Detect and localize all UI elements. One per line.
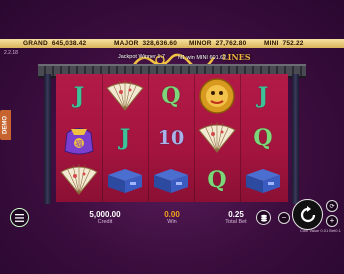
spin-button[interactable] (292, 199, 323, 230)
credit-label: Credit (97, 219, 113, 225)
credit-value: 5,000.00 (89, 210, 121, 219)
treasure-chest-icon (154, 169, 188, 193)
jackpot-minor-value: 27,762.80 (215, 40, 247, 47)
folding-fan-icon (106, 80, 144, 111)
jackpot-bar: GRAND 645,038.42 MAJOR 328,636.60 MINOR 27,… (0, 39, 344, 48)
coin-stack-button[interactable] (256, 210, 271, 225)
win-label: Win (167, 219, 177, 225)
total-bet-value: 0.25 (228, 210, 244, 219)
left-pillar (44, 74, 51, 204)
reel-1-symbol-3 (56, 160, 102, 200)
reel-4-symbol-3: Q (194, 160, 240, 200)
demo-badge[interactable]: DEMO (0, 110, 11, 140)
fortune-bag-icon: 福 (64, 128, 94, 155)
version-label: 2.2.18 (4, 50, 18, 56)
reel-5-symbol-2: Q (240, 118, 286, 158)
win-value: 0.00 (164, 210, 180, 219)
jackpot-grand-label: GRAND (23, 40, 48, 47)
folding-fan-icon (60, 164, 98, 195)
right-pillar (292, 74, 299, 204)
jackpot-major-label: MAJOR (114, 40, 139, 47)
coins-icon (260, 214, 267, 222)
symbol-letter-q: Q (161, 83, 181, 109)
reel-4-symbol-2 (194, 118, 240, 158)
jackpot-mini-value: 752.22 (282, 40, 304, 47)
hamburger-icon (15, 213, 24, 222)
symbol-number-ten: 10 (157, 127, 185, 149)
autoplay-button[interactable]: ⟳ (326, 200, 338, 212)
jackpot-major-value: 328,636.60 (142, 40, 178, 47)
jackpot-minor: MINOR 27,762.80 (189, 39, 246, 48)
spin-arrow-icon (300, 205, 315, 222)
symbol-letter-j: J (257, 83, 269, 109)
jackpot-win-text: N1 win MINI 601.62 (178, 55, 227, 61)
jackpot-grand-value: 645,038.42 (51, 40, 87, 47)
svg-text:福: 福 (76, 139, 83, 148)
total-bet-label: Total Bet (225, 219, 247, 225)
treasure-chest-icon (246, 169, 280, 193)
reel-5-symbol-3 (240, 160, 286, 200)
menu-button[interactable] (10, 208, 29, 227)
folding-fan-icon (198, 122, 236, 153)
jackpot-mini: MINI 752.22 (264, 39, 304, 48)
autoplay-icon: ⟳ (329, 204, 335, 210)
jackpot-winner-message: Jackpot Winner 1.7 (118, 54, 166, 60)
jackpot-mini-label: MINI (264, 40, 279, 47)
reel-2-symbol-1 (102, 76, 148, 116)
symbol-letter-j: J (119, 125, 131, 151)
jackpot-grand: GRAND 645,038.42 (23, 39, 86, 48)
symbol-letter-q: Q (207, 167, 227, 193)
reel-2-symbol-2: J (102, 118, 148, 158)
reel-grid: J 福 J Q 10 Q J Q (56, 74, 288, 202)
reel-1-symbol-2: 福 (56, 118, 102, 158)
treasure-chest-icon (108, 169, 142, 193)
reel-5-symbol-1: J (240, 76, 286, 116)
reel-4-symbol-1 (194, 76, 240, 116)
coin-value-text: Coin Value 0.01 Bet0.1 (300, 228, 341, 233)
reel-3-symbol-1: Q (148, 76, 194, 116)
jackpot-major: MAJOR 328,636.60 (114, 39, 177, 48)
symbol-letter-j: J (73, 83, 85, 109)
decrease-bet-button[interactable]: − (278, 212, 290, 224)
jackpot-minor-label: MINOR (189, 40, 212, 47)
symbol-letter-q: Q (253, 125, 273, 151)
golden-lion-icon (199, 78, 235, 114)
minus-icon: − (281, 213, 287, 222)
reel-1-symbol-1: J (56, 76, 102, 116)
reel-3-symbol-3 (148, 160, 194, 200)
reel-3-symbol-2: 10 (148, 118, 194, 158)
plus-icon: + (329, 216, 335, 225)
increase-bet-button[interactable]: + (326, 215, 338, 227)
reel-2-symbol-3 (102, 160, 148, 200)
